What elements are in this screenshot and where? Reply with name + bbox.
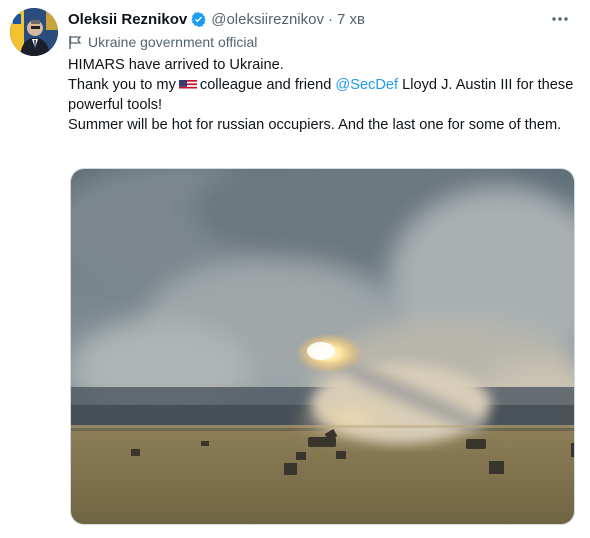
government-label[interactable]: Ukraine government official bbox=[68, 32, 257, 52]
avatar-image bbox=[10, 8, 58, 56]
tweet-line-2: Thank you to my colleague and friend @Sec… bbox=[68, 75, 574, 115]
us-flag-icon bbox=[178, 78, 197, 90]
mention-link[interactable]: @SecDef bbox=[335, 77, 398, 93]
verified-badge-icon bbox=[190, 11, 207, 28]
timestamp[interactable]: 7 хв bbox=[337, 11, 365, 28]
himars-launch-photo bbox=[71, 169, 574, 524]
avatar[interactable] bbox=[10, 8, 58, 56]
handle[interactable]: @oleksiireznikov bbox=[211, 11, 324, 28]
separator-dot: · bbox=[327, 10, 333, 28]
tweet-media-photo[interactable] bbox=[70, 168, 575, 525]
tweet-text: HIMARS have arrived to Ukraine. Thank yo… bbox=[68, 55, 574, 135]
tweet[interactable]: Oleksii Reznikov @oleksiireznikov · 7 хв… bbox=[0, 0, 590, 538]
display-name[interactable]: Oleksii Reznikov bbox=[68, 11, 187, 28]
tweet-line-1: HIMARS have arrived to Ukraine. bbox=[68, 57, 284, 73]
tweet-header: Oleksii Reznikov @oleksiireznikov · 7 хв bbox=[68, 9, 576, 29]
government-label-text: Ukraine government official bbox=[88, 34, 258, 50]
government-flag-icon bbox=[68, 35, 82, 50]
tweet-line-3: Summer will be hot for russian occupiers… bbox=[68, 117, 562, 133]
more-options-icon[interactable] bbox=[550, 9, 570, 29]
tweet-line-2-middle: colleague and friend bbox=[199, 77, 332, 93]
tweet-line-2-start: Thank you to my bbox=[68, 77, 176, 93]
